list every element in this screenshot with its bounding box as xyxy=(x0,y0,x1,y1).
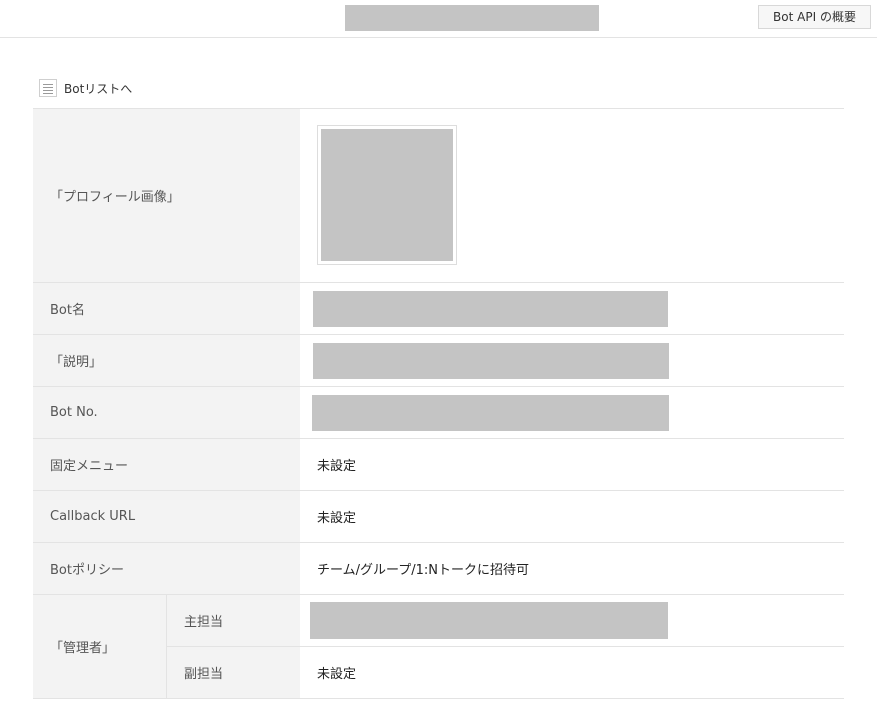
row-fixed-menu: 固定メニュー 未設定 xyxy=(33,439,844,491)
primary-admin-cell xyxy=(300,595,844,646)
back-link-label: Botリストへ xyxy=(64,81,133,96)
bot-api-overview-button[interactable]: Bot API の概要 xyxy=(758,5,871,29)
bot-no-redacted xyxy=(312,394,669,431)
profile-image-cell xyxy=(300,109,844,282)
row-callback-url: Callback URL 未設定 xyxy=(33,491,844,543)
row-description: 「説明」 xyxy=(33,335,844,387)
admins-sub-rows: 主担当 副担当 未設定 xyxy=(167,595,844,698)
back-to-bot-list-link[interactable]: Botリストへ xyxy=(39,78,132,98)
profile-image[interactable] xyxy=(317,125,457,265)
list-icon xyxy=(39,79,57,97)
profile-image-redacted xyxy=(321,129,453,261)
description-label: 「説明」 xyxy=(33,335,300,386)
admins-label: 「管理者」 xyxy=(33,595,167,698)
row-bot-name: Bot名 xyxy=(33,283,844,335)
row-secondary-admin: 副担当 未設定 xyxy=(167,646,844,698)
row-admins: 「管理者」 主担当 副担当 未設定 xyxy=(33,595,844,699)
bot-policy-label: Botポリシー xyxy=(33,543,300,594)
bot-name-redacted xyxy=(313,290,668,327)
row-profile-image: 「プロフィール画像」 xyxy=(33,109,844,283)
primary-admin-redacted xyxy=(310,602,668,639)
bot-details-table: 「プロフィール画像」 Bot名 「説明」 Bot No. 固定メニュー 未設定 … xyxy=(33,108,844,699)
secondary-admin-value: 未設定 xyxy=(317,667,357,682)
description-cell xyxy=(300,335,844,386)
fixed-menu-label: 固定メニュー xyxy=(33,439,300,490)
top-bar: Bot API の概要 xyxy=(0,0,877,38)
row-primary-admin: 主担当 xyxy=(167,595,844,646)
row-bot-policy: Botポリシー チーム/グループ/1:Nトークに招待可 xyxy=(33,543,844,595)
description-redacted xyxy=(313,342,669,379)
callback-url-value: 未設定 xyxy=(317,511,357,526)
profile-image-label: 「プロフィール画像」 xyxy=(33,109,300,282)
fixed-menu-value: 未設定 xyxy=(317,459,357,474)
bot-policy-value: チーム/グループ/1:Nトークに招待可 xyxy=(317,563,529,578)
redacted-title xyxy=(345,5,599,31)
bot-no-cell xyxy=(300,387,844,438)
bot-name-label: Bot名 xyxy=(33,283,300,334)
bot-no-label: Bot No. xyxy=(33,387,300,438)
primary-admin-label: 主担当 xyxy=(167,595,300,646)
callback-url-label: Callback URL xyxy=(33,491,300,542)
row-bot-no: Bot No. xyxy=(33,387,844,439)
bot-name-cell xyxy=(300,283,844,334)
secondary-admin-label: 副担当 xyxy=(167,647,300,698)
